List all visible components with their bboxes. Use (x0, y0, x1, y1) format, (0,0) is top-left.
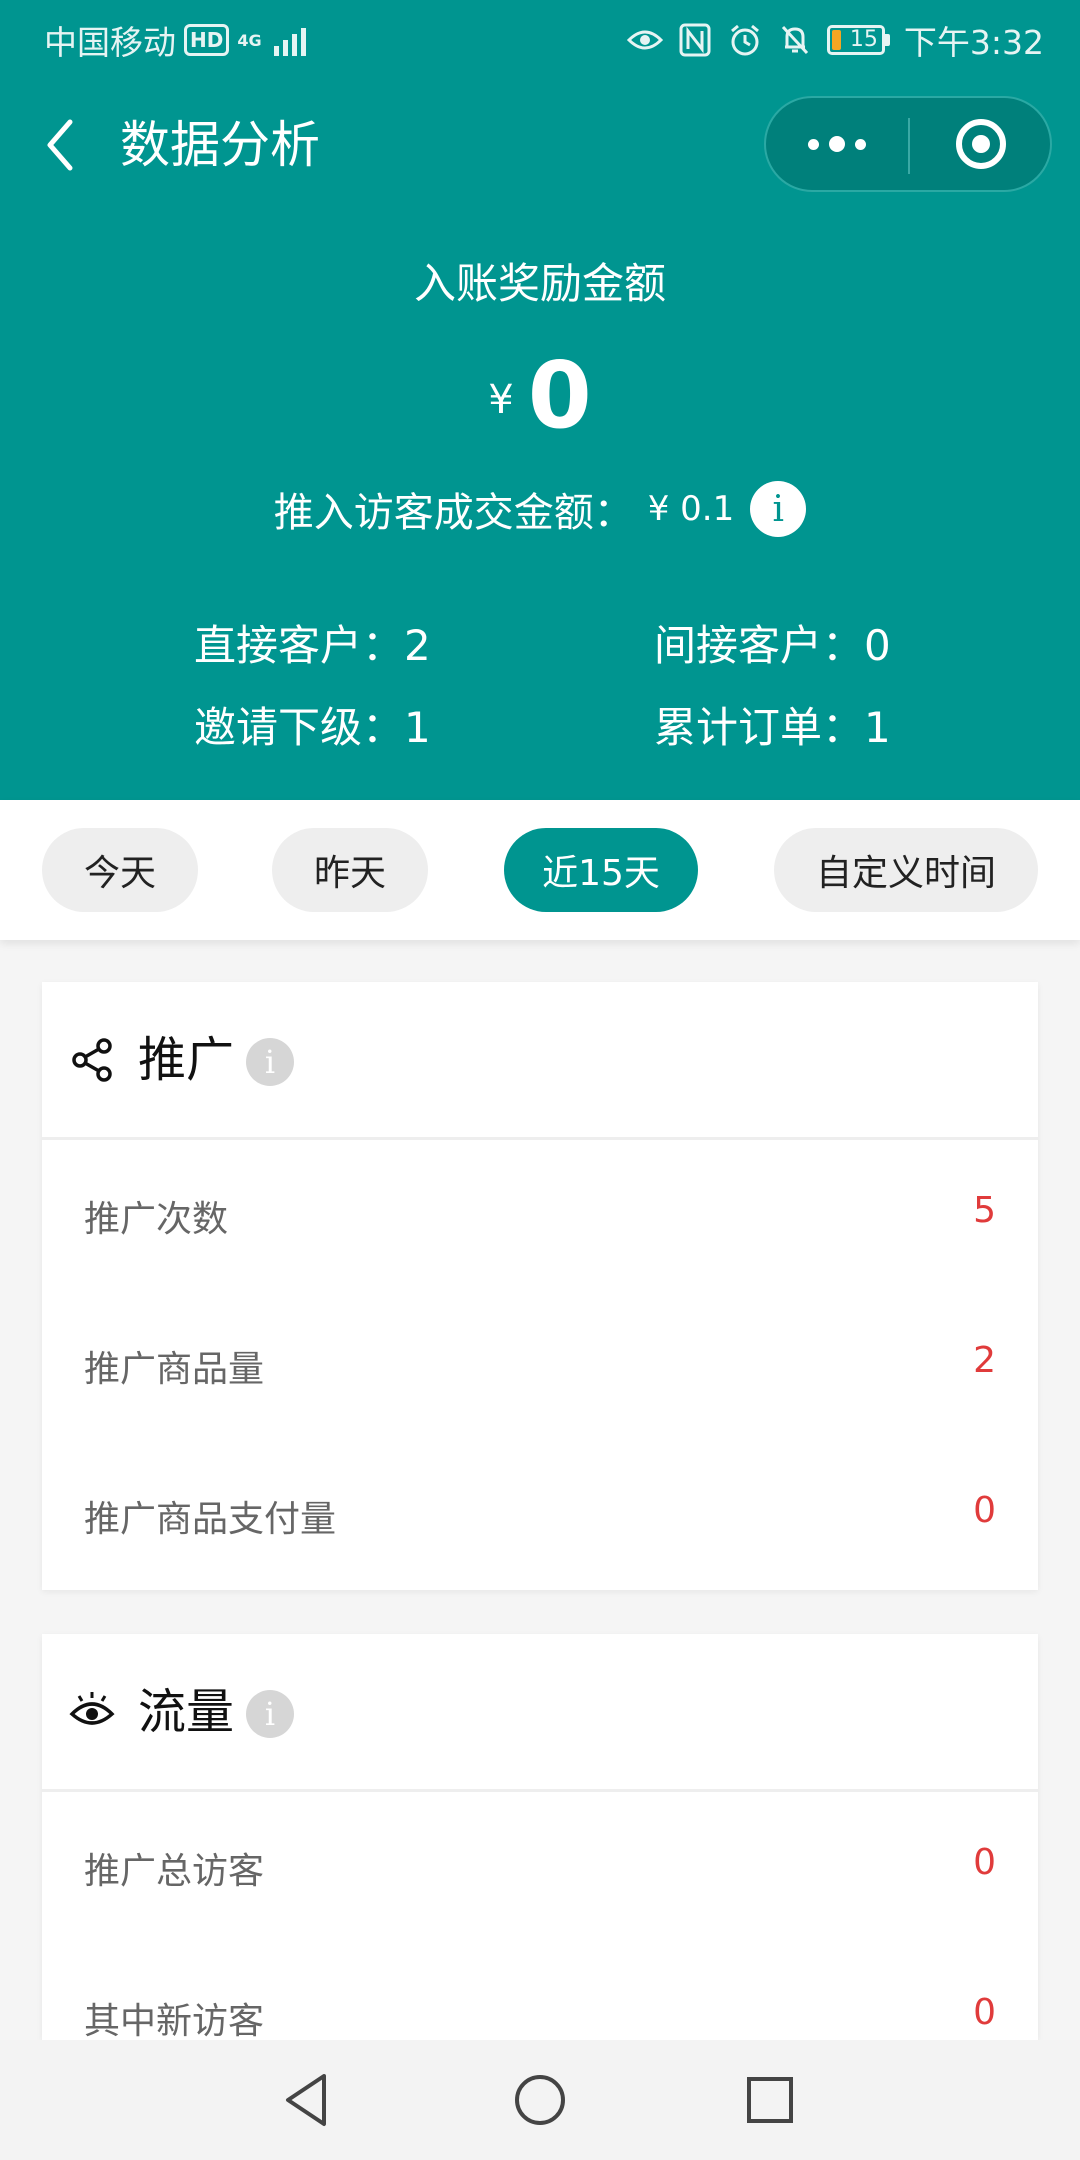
promotion-info-icon[interactable]: i (246, 1038, 294, 1086)
close-miniprogram-button[interactable] (910, 98, 1052, 190)
network-label: 4G (237, 30, 262, 50)
row-label: 推广商品支付量 (84, 1499, 337, 1540)
list-item: 推广次数 5 (42, 1140, 1038, 1290)
promotion-card: 推广 i 推广次数 5 推广商品量 2 推广商品支付量 0 (42, 982, 1038, 1590)
stat-total-orders: 累计订单：1 (654, 703, 891, 752)
traffic-card: 流量 i 推广总访客 0 其中新访客 0 (42, 1634, 1038, 2040)
date-filter-bar: 今天 昨天 近15天 自定义时间 (0, 800, 1080, 940)
nfc-icon (677, 22, 713, 58)
stat-indirect-customers: 间接客户：0 (654, 621, 891, 670)
row-value: 2 (973, 1340, 996, 1381)
hd-icon: HD (184, 24, 230, 56)
more-button[interactable] (766, 98, 908, 190)
row-value: 0 (973, 1490, 996, 1531)
pushin-amount: 推入访客成交金额： ¥ 0.1 i (0, 480, 1080, 538)
nav-home-icon[interactable] (514, 2074, 566, 2126)
reward-amount: ¥0 (0, 340, 1080, 452)
row-label: 其中新访客 (84, 2001, 265, 2040)
target-icon (956, 119, 1006, 169)
stat-direct-customers: 直接客户：2 (194, 621, 431, 670)
row-value: 0 (973, 1992, 996, 2033)
promotion-title: 推广 (138, 1032, 235, 1088)
list-item: 推广商品支付量 0 (42, 1440, 1038, 1590)
pushin-value: ¥ 0.1 (647, 489, 735, 529)
traffic-title: 流量 (138, 1684, 235, 1740)
filter-custom-time[interactable]: 自定义时间 (774, 828, 1038, 912)
share-icon (72, 1038, 112, 1082)
clock-label: 下午3:32 (903, 23, 1044, 62)
row-label: 推广次数 (84, 1199, 229, 1240)
filter-yesterday[interactable]: 昨天 (272, 828, 428, 912)
traffic-card-header: 流量 i (42, 1634, 1038, 1792)
row-value: 5 (973, 1190, 996, 1231)
miniprogram-capsule (764, 96, 1052, 192)
pushin-info-icon[interactable]: i (750, 481, 807, 537)
battery-icon: 15 (826, 25, 890, 55)
signal-icon (273, 24, 306, 56)
promotion-card-header: 推广 i (42, 982, 1038, 1140)
reward-label: 入账奖励金额 (413, 259, 666, 308)
traffic-info-icon[interactable]: i (246, 1690, 294, 1738)
eye-care-icon (626, 22, 663, 58)
page-title: 数据分析 (120, 116, 320, 174)
mute-icon (777, 22, 813, 58)
eye-icon (69, 1692, 115, 1725)
alarm-icon (727, 22, 763, 58)
system-navigation-bar (0, 2040, 1080, 2160)
pushin-label: 推入访客成交金额： (273, 490, 634, 536)
back-button[interactable] (38, 112, 88, 178)
row-label: 推广总访客 (84, 1851, 265, 1892)
currency-symbol: ¥ (488, 377, 514, 423)
row-value: 0 (973, 1842, 996, 1883)
chevron-left-icon (47, 119, 73, 171)
carrier-label: 中国移动 (44, 23, 176, 62)
list-item: 推广总访客 0 (42, 1792, 1038, 1942)
nav-back-icon[interactable] (282, 2072, 330, 2128)
nav-recents-icon[interactable] (746, 2076, 794, 2124)
reward-value: 0 (527, 342, 592, 449)
row-label: 推广商品量 (84, 1349, 265, 1390)
list-item: 推广商品量 2 (42, 1290, 1038, 1440)
status-bar: 中国移动 HD 4G 15 下午3:32 (0, 0, 1080, 76)
filter-last-15-days[interactable]: 近15天 (504, 828, 698, 912)
filter-today[interactable]: 今天 (42, 828, 198, 912)
stat-invited-subordinates: 邀请下级：1 (194, 703, 431, 752)
list-item: 其中新访客 0 (42, 1942, 1038, 2040)
